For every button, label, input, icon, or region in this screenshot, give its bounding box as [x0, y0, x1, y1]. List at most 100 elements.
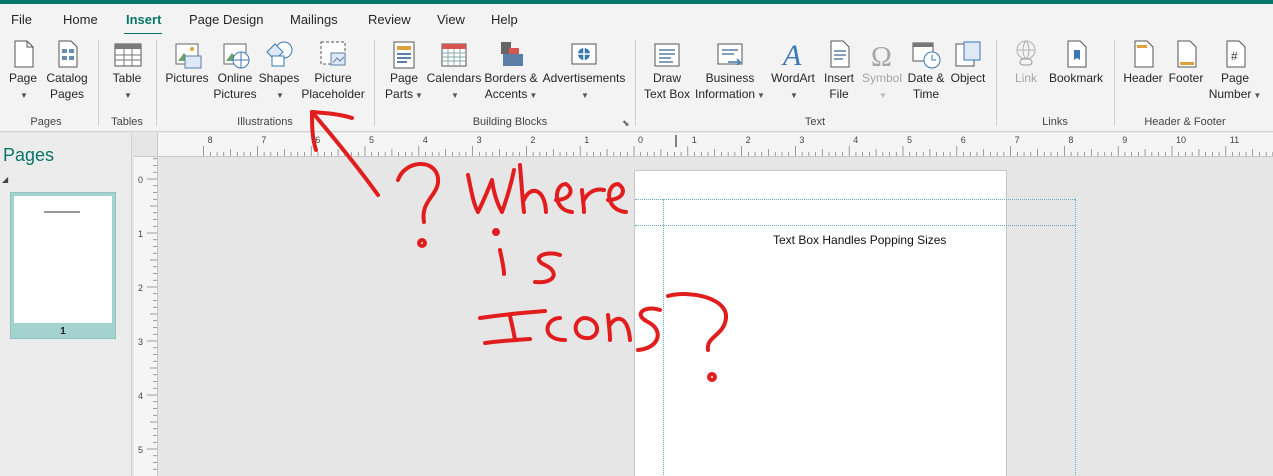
header-button[interactable]: Header	[1121, 38, 1165, 86]
chevron-down-icon: ▼	[790, 91, 798, 100]
advertisement-icon	[568, 38, 600, 70]
group-label-links: Links	[1042, 116, 1068, 128]
document-canvas[interactable]: Text Box Handles Popping Sizes	[158, 157, 1273, 476]
group-label-illustrations: Illustrations	[237, 116, 293, 128]
tab-review[interactable]: Review	[368, 12, 411, 27]
ruler-label: 8	[1068, 135, 1073, 145]
chevron-down-icon: ▼	[276, 91, 284, 100]
page-parts-icon	[388, 38, 420, 70]
symbol-button[interactable]: Ω Symbol ▼	[860, 38, 904, 104]
calendars-button[interactable]: Calendars ▼	[426, 38, 482, 104]
chevron-down-icon: ▼	[529, 91, 538, 100]
group-divider	[996, 40, 997, 126]
link-icon	[1010, 38, 1042, 70]
tab-home[interactable]: Home	[63, 12, 98, 27]
advertisements-button[interactable]: Advertisements ▼	[541, 38, 627, 104]
ruler-label: 2	[530, 135, 535, 145]
group-label-text: Text	[804, 116, 826, 128]
publisher-window: File Home Insert Page Design Mailings Re…	[0, 0, 1273, 476]
borders-accents-icon	[495, 38, 527, 70]
tab-page-design[interactable]: Page Design	[189, 12, 263, 27]
tab-insert[interactable]: Insert	[126, 12, 161, 27]
omega-icon: Ω	[866, 38, 898, 73]
pictures-icon	[171, 38, 203, 70]
group-label-pages: Pages	[30, 116, 62, 128]
page-thumbnail-number: 1	[60, 326, 66, 337]
ruler-label: 10	[1176, 135, 1186, 145]
ruler-corner[interactable]	[134, 133, 158, 157]
insert-file-button[interactable]: Insert File	[821, 38, 857, 102]
page-button[interactable]: Page ▼	[6, 38, 40, 104]
ruler-label: 2	[746, 135, 751, 145]
chevron-down-icon: ▼	[451, 91, 459, 100]
object-button[interactable]: Object	[948, 38, 988, 86]
table-icon	[111, 38, 143, 70]
bookmark-button[interactable]: Bookmark	[1047, 38, 1105, 86]
dialog-launcher-icon[interactable]: ⬊	[622, 118, 630, 129]
wordart-button[interactable]: A WordArt ▼	[768, 38, 818, 104]
horizontal-ruler[interactable]: 8 7 6 5 4 3 2 1 0 1 2 3 4 5 6 7 8 9 10 11	[158, 133, 1273, 157]
ruler-label: 4	[138, 391, 143, 401]
catalog-pages-button[interactable]: Catalog Pages	[45, 38, 89, 102]
business-information-button[interactable]: Business Information ▼	[693, 38, 767, 104]
draw-text-box-button[interactable]: Draw Text Box	[642, 38, 692, 102]
borders-accents-button[interactable]: Borders & Accents ▼	[483, 38, 539, 104]
group-divider	[98, 40, 99, 126]
ruler-label: 1	[692, 135, 697, 145]
ruler-label: 9	[1122, 135, 1127, 145]
object-icon	[952, 38, 984, 70]
ruler-label: 5	[138, 445, 143, 455]
svg-text:A: A	[781, 39, 802, 70]
ruler-label: 7	[1015, 135, 1020, 145]
ruler-label: 3	[477, 135, 482, 145]
chevron-down-icon: ▼	[124, 91, 132, 100]
chevron-down-icon: ▼	[415, 91, 423, 100]
picture-placeholder-button[interactable]: Picture Placeholder	[301, 38, 365, 102]
tab-mailings[interactable]: Mailings	[290, 12, 338, 27]
ruler-label: 1	[138, 229, 143, 239]
page-thumbnail[interactable]: 1	[10, 192, 116, 339]
tab-view[interactable]: View	[437, 12, 465, 27]
svg-text:#: #	[1231, 49, 1238, 63]
ruler-label: 5	[907, 135, 912, 145]
pages-pane-title: Pages	[3, 145, 55, 165]
margin-guide	[635, 225, 1075, 226]
pictures-button[interactable]: Pictures	[164, 38, 210, 86]
ribbon-tab-bar: File Home Insert Page Design Mailings Re…	[0, 4, 1273, 36]
ruler-label: 4	[853, 135, 858, 145]
ruler-label: 6	[315, 135, 320, 145]
calendar-icon	[438, 38, 470, 70]
collapse-triangle-icon[interactable]: ◢	[2, 175, 8, 184]
date-time-button[interactable]: Date & Time	[905, 38, 947, 102]
footer-button[interactable]: Footer	[1166, 38, 1206, 86]
group-divider	[156, 40, 157, 126]
document-page[interactable]: Text Box Handles Popping Sizes	[634, 170, 1076, 476]
shapes-button[interactable]: Shapes ▼	[258, 38, 300, 104]
svg-text:Ω: Ω	[871, 42, 892, 70]
group-divider	[374, 40, 375, 126]
ruler-label: 2	[138, 283, 143, 293]
ruler-label: 1	[584, 135, 589, 145]
ruler-label: 3	[138, 337, 143, 347]
ruler-label: 0	[638, 135, 643, 145]
text-box-icon	[651, 38, 683, 70]
page-text-box[interactable]: Text Box Handles Popping Sizes	[773, 233, 946, 247]
table-button[interactable]: Table ▼	[107, 38, 147, 104]
link-button[interactable]: Link	[1006, 38, 1046, 86]
chevron-down-icon: ▼	[581, 91, 589, 100]
catalog-pages-icon	[51, 38, 83, 70]
margin-guide	[663, 199, 664, 476]
vertical-ruler[interactable]: 0 1 2 3 4 5	[134, 157, 158, 476]
insert-file-icon	[823, 38, 855, 70]
chevron-down-icon: ▼	[757, 91, 765, 100]
page-number-button[interactable]: # Page Number ▼	[1207, 38, 1263, 104]
online-pictures-button[interactable]: Online Pictures	[211, 38, 259, 102]
ruler-label: 7	[261, 135, 266, 145]
group-label-header-footer: Header & Footer	[1144, 116, 1226, 128]
ribbon: Page ▼ Catalog Pages Pages Table ▼ Table…	[0, 34, 1273, 132]
business-information-icon	[714, 38, 746, 70]
page-parts-button[interactable]: Page Parts ▼	[384, 38, 424, 104]
tab-file[interactable]: File	[11, 12, 32, 27]
tab-help[interactable]: Help	[491, 12, 518, 27]
ruler-label: 6	[961, 135, 966, 145]
